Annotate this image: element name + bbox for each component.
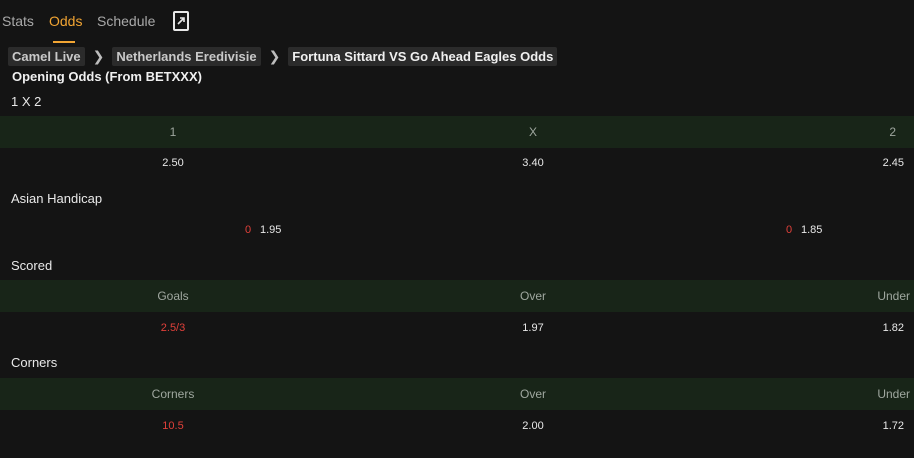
tab-odds[interactable]: Odds <box>49 13 82 29</box>
header-goals: Goals <box>157 289 189 303</box>
section-title-scored: Scored <box>11 258 53 273</box>
tab-bar: Stats Odds Schedule <box>0 0 914 44</box>
asian-home-odds: 1.95 <box>260 224 282 236</box>
chevron-right-icon: ❯ <box>92 47 105 64</box>
share-external-icon[interactable] <box>173 11 189 31</box>
x12-header-row: 1 X 2 <box>0 116 914 148</box>
section-title-1x2: 1 X 2 <box>11 94 42 109</box>
opening-odds-title: Opening Odds (From BETXXX) <box>12 69 202 84</box>
header-under: Under <box>877 289 910 303</box>
breadcrumb-current: Fortuna Sittard VS Go Ahead Eagles Odds <box>288 46 558 66</box>
header-home: 1 <box>169 125 177 139</box>
corners-header-row: Corners Over Under <box>0 378 914 410</box>
asian-away-odds: 1.85 <box>801 224 823 236</box>
corners-odds-row: 10.5 2.00 1.72 <box>0 411 914 443</box>
odds-home: 2.50 <box>162 157 184 169</box>
section-title-asian-handicap: Asian Handicap <box>11 191 103 206</box>
goals-line: 2.5/3 <box>160 322 186 334</box>
breadcrumb-home[interactable]: Camel Live <box>8 46 85 66</box>
odds-draw: 3.40 <box>522 157 544 169</box>
corners-under-odds: 1.72 <box>882 420 904 432</box>
header-corners-under: Under <box>877 387 910 401</box>
goals-under-odds: 1.82 <box>882 322 904 334</box>
corners-over-odds: 2.00 <box>522 420 544 432</box>
header-draw: X <box>528 125 538 139</box>
odds-away: 2.45 <box>882 157 904 169</box>
corners-line: 10.5 <box>162 420 184 432</box>
x12-odds-row: 2.50 3.40 2.45 <box>0 148 914 180</box>
section-title-corners: Corners <box>11 355 58 370</box>
breadcrumb-league[interactable]: Netherlands Eredivisie <box>112 46 261 66</box>
active-tab-indicator <box>53 41 75 43</box>
tab-stats[interactable]: Stats <box>2 13 34 29</box>
chevron-right-icon: ❯ <box>268 47 281 64</box>
header-corners-over: Over <box>519 387 547 401</box>
asian-home-line: 0 <box>245 224 252 236</box>
tab-schedule[interactable]: Schedule <box>97 13 155 29</box>
header-away: 2 <box>889 125 896 139</box>
asian-away-line: 0 <box>786 224 793 236</box>
scored-odds-row: 2.5/3 1.97 1.82 <box>0 313 914 345</box>
asian-handicap-row: 0 1.95 0 1.85 <box>0 215 914 247</box>
header-over: Over <box>519 289 547 303</box>
scored-header-row: Goals Over Under <box>0 280 914 312</box>
header-corners: Corners <box>151 387 195 401</box>
breadcrumb: Camel Live ❯ Netherlands Eredivisie ❯ Fo… <box>8 45 558 67</box>
goals-over-odds: 1.97 <box>522 322 544 334</box>
